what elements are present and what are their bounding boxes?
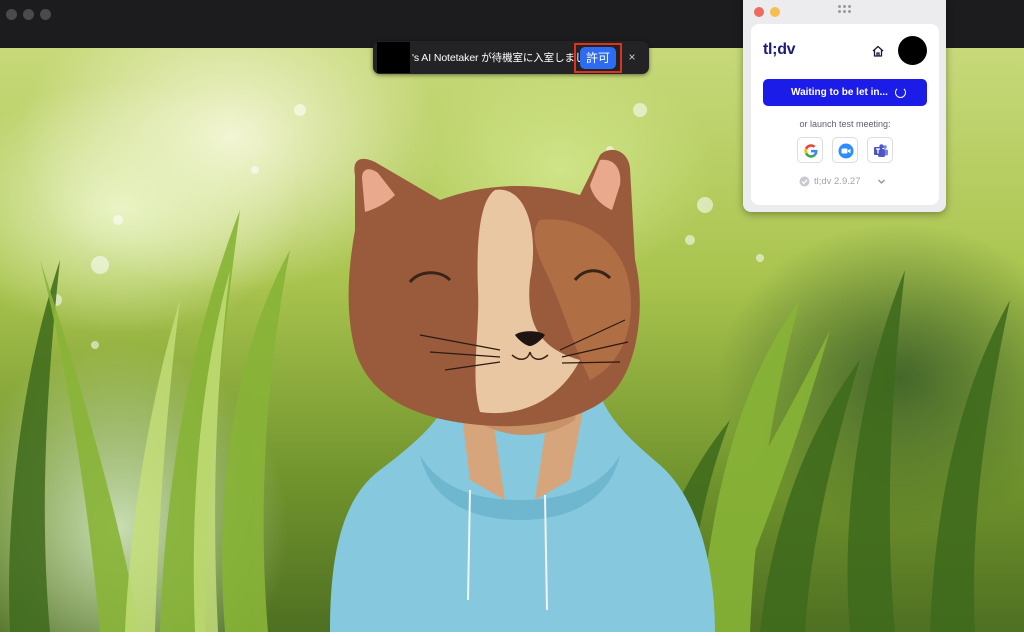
close-window-dot[interactable]: [6, 9, 17, 20]
zoom-camera-icon: [838, 143, 854, 159]
version-label: tl;dv 2.9.27: [814, 176, 861, 187]
tldv-extension-popup: tl;dv Waiting to be let in... or launch …: [743, 0, 946, 212]
launch-teams-button[interactable]: [867, 137, 893, 163]
popup-close-dot[interactable]: [754, 7, 764, 17]
version-row[interactable]: tl;dv 2.9.27: [799, 175, 899, 189]
popup-minimize-dot[interactable]: [770, 7, 780, 17]
waiting-to-be-let-in-button[interactable]: Waiting to be let in...: [763, 79, 927, 106]
minimize-window-dot[interactable]: [23, 9, 34, 20]
redacted-participant-name: [377, 42, 410, 73]
home-icon[interactable]: [871, 44, 885, 58]
zoom-window-dot[interactable]: [40, 9, 51, 20]
launch-google-meet-button[interactable]: [797, 137, 823, 163]
user-avatar[interactable]: [898, 36, 927, 65]
verified-check-icon: [799, 176, 810, 187]
launch-test-meeting-label: or launch test meeting:: [799, 119, 891, 129]
notification-message: 's AI Notetaker が待機室に入室しました: [412, 52, 596, 64]
tldv-logo: tl;dv: [763, 41, 796, 58]
teams-icon: [874, 144, 888, 157]
cat-avatar: [330, 149, 715, 632]
drag-handle-icon[interactable]: [838, 5, 852, 17]
waiting-button-label: Waiting to be let in...: [791, 87, 888, 98]
loading-spinner-icon: [895, 87, 906, 98]
launch-zoom-button[interactable]: [832, 137, 858, 163]
google-g-icon: [804, 144, 818, 158]
allow-button[interactable]: 許可: [580, 47, 616, 69]
popup-card: tl;dv Waiting to be let in... or launch …: [751, 24, 939, 205]
close-notification-button[interactable]: ×: [627, 50, 637, 64]
chevron-down-icon: [878, 179, 885, 184]
